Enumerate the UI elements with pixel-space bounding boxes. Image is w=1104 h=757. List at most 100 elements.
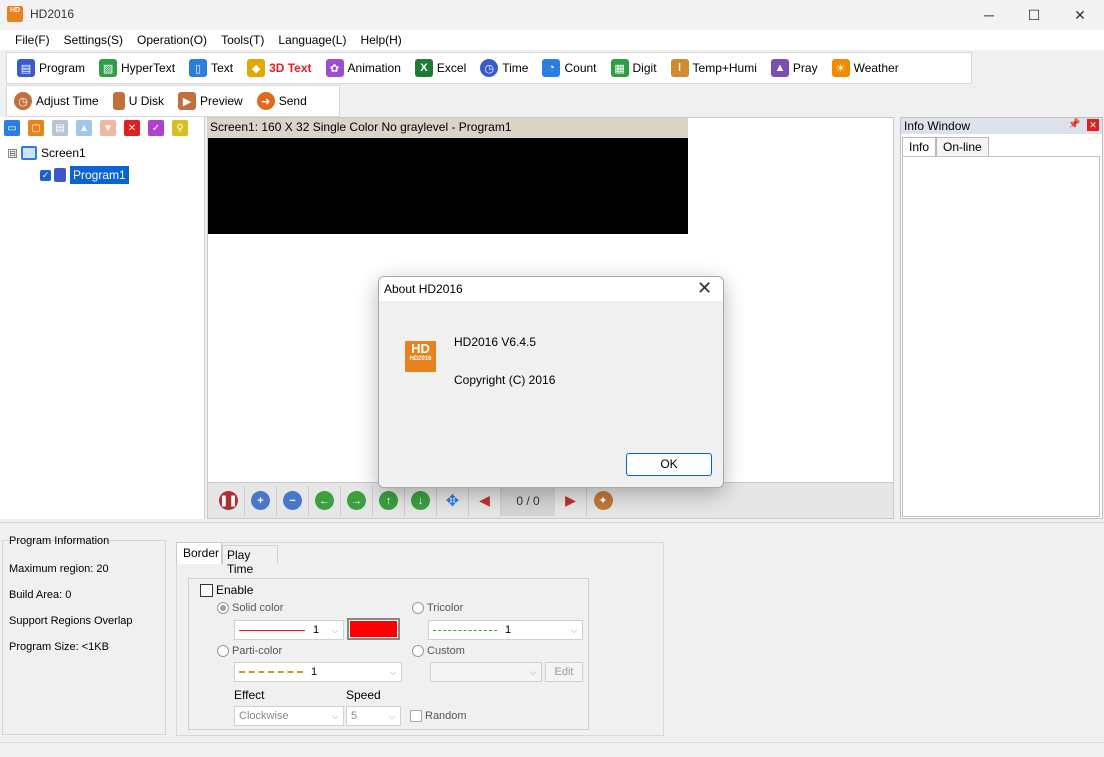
secondary-toolbar: ◷ Adjust Time U Disk ▶ Preview ➜ Send <box>6 85 340 117</box>
tricolor-width-select[interactable]: 1 ⌵ <box>428 620 583 640</box>
preview-button[interactable]: ▶ Preview <box>174 88 247 114</box>
menu-language[interactable]: Language(L) <box>271 33 353 47</box>
info-close-icon[interactable]: ✕ <box>1087 119 1099 131</box>
tree-program-label: Program1 <box>70 166 129 184</box>
solid-color-radio[interactable] <box>217 602 229 614</box>
speed-select[interactable]: 5 ⌵ <box>346 706 401 726</box>
tricolor-label: Tricolor <box>427 602 464 614</box>
send-button[interactable]: ➜ Send <box>253 88 311 114</box>
chevron-down-icon: ⌵ <box>529 666 537 677</box>
maximize-button[interactable]: ☐ <box>1011 0 1057 30</box>
custom-select[interactable]: ⌵ <box>430 662 542 682</box>
about-close-icon[interactable]: ✕ <box>697 278 712 299</box>
prev-page-button[interactable]: ◀ <box>469 485 501 516</box>
pray-button[interactable]: ▲ Pray <box>767 55 822 81</box>
text-button[interactable]: ▯ Text <box>185 55 237 81</box>
program-button[interactable]: ▤ Program <box>13 55 89 81</box>
hypertext-button[interactable]: ▨ HyperText <box>95 55 179 81</box>
menu-file[interactable]: File(F) <box>8 33 57 47</box>
enable-checkbox[interactable]: Enable <box>200 583 253 597</box>
menu-help[interactable]: Help(H) <box>353 33 408 47</box>
random-checkbox[interactable] <box>410 710 422 722</box>
enable-label: Enable <box>216 583 254 597</box>
move-up-icon[interactable]: ▲ <box>76 120 92 136</box>
collapse-icon[interactable]: ⊟ <box>8 148 17 158</box>
chevron-down-icon: ⌵ <box>570 624 578 635</box>
u-disk-button[interactable]: U Disk <box>109 88 168 114</box>
ok-button[interactable]: OK <box>626 453 712 476</box>
program-checkbox[interactable]: ✓ <box>40 169 51 181</box>
menu-tools[interactable]: Tools(T) <box>214 33 271 47</box>
edit-button[interactable]: Edit <box>545 662 583 682</box>
pause-icon: ❚❚ <box>219 491 238 510</box>
led-screen-canvas[interactable] <box>208 138 688 234</box>
select-all-icon[interactable]: ✓ <box>148 120 164 136</box>
parti-color-option[interactable]: Parti-color <box>217 645 282 657</box>
add-screen-icon[interactable]: ▭ <box>4 120 20 136</box>
tree-screen-label: Screen1 <box>41 146 86 160</box>
tree-item-screen1[interactable]: ⊟ Screen1 <box>8 144 86 162</box>
move-down-button[interactable]: ↓ <box>405 485 437 516</box>
custom-radio[interactable] <box>412 645 424 657</box>
menu-operation[interactable]: Operation(O) <box>130 33 214 47</box>
effect-label: Effect <box>234 688 265 702</box>
parti-line-sample <box>239 671 303 673</box>
pin-icon[interactable]: 📌 <box>1068 119 1080 130</box>
window-title: HD2016 <box>30 7 75 21</box>
enable-checkbox-box[interactable] <box>200 583 213 597</box>
tricolor-radio[interactable] <box>412 602 424 614</box>
preview-button-label: Preview <box>200 94 243 108</box>
move-right-button[interactable]: → <box>341 485 373 516</box>
temp-humi-button[interactable]: ǀ Temp+Humi <box>667 55 761 81</box>
zoom-in-button[interactable]: + <box>245 485 277 516</box>
move-down-icon[interactable]: ▼ <box>100 120 116 136</box>
next-page-button[interactable]: ▶ <box>555 485 587 516</box>
arrow-down-icon: ↓ <box>411 491 430 510</box>
tree-item-program1[interactable]: ✓ Program1 <box>40 165 129 185</box>
excel-button[interactable]: X Excel <box>411 55 470 81</box>
copy-icon[interactable]: ▤ <box>52 120 68 136</box>
text-button-label: Text <box>211 61 234 75</box>
weather-button[interactable]: ☀ Weather <box>828 55 903 81</box>
random-option[interactable]: Random <box>410 710 467 722</box>
digit-button-label: Digit <box>632 61 657 75</box>
move-up-button[interactable]: ↑ <box>373 485 405 516</box>
zoom-out-button[interactable]: − <box>277 485 309 516</box>
effect-select[interactable]: Clockwise ⌵ <box>234 706 344 726</box>
settings-button[interactable]: ✦ <box>587 486 619 516</box>
move-left-button[interactable]: ← <box>309 485 341 516</box>
about-copyright: Copyright (C) 2016 <box>454 373 556 387</box>
excel-button-label: Excel <box>436 61 467 75</box>
close-button[interactable]: ✕ <box>1057 0 1103 30</box>
main-toolbar: ▤ Program ▨ HyperText ▯ Text ◆ 3D Text ✿ Anim… <box>6 52 972 84</box>
digit-button[interactable]: ▦ Digit <box>607 55 661 81</box>
title-bar: HD HD2016 ─ ☐ ✕ <box>0 0 1104 30</box>
adjust-time-button[interactable]: ◷ Adjust Time <box>10 88 103 114</box>
custom-option[interactable]: Custom <box>412 645 465 657</box>
3d-text-button[interactable]: ◆ 3D Text <box>243 55 315 81</box>
random-label: Random <box>425 710 467 722</box>
parti-width-select[interactable]: 1 ⌵ <box>234 662 402 682</box>
solid-color-option[interactable]: Solid color <box>217 602 283 614</box>
find-icon[interactable]: ⚲ <box>172 120 188 136</box>
solid-width-select[interactable]: 1 ⌵ <box>234 620 344 640</box>
pause-button[interactable]: ❚❚ <box>213 485 245 516</box>
animation-button[interactable]: ✿ Animation <box>322 55 405 81</box>
time-button[interactable]: ◷ Time <box>476 55 532 81</box>
max-region: Maximum region: 20 <box>9 563 109 575</box>
minimize-button[interactable]: ─ <box>966 0 1012 30</box>
menu-settings[interactable]: Settings(S) <box>57 33 130 47</box>
fit-button[interactable]: ✥ <box>437 485 469 516</box>
parti-color-radio[interactable] <box>217 645 229 657</box>
tricolor-option[interactable]: Tricolor <box>412 602 463 614</box>
delete-icon[interactable]: ✕ <box>124 120 140 136</box>
tab-info[interactable]: Info <box>902 137 937 156</box>
count-button[interactable]: ◔ Count <box>538 55 600 81</box>
add-program-icon[interactable]: ▢ <box>28 120 44 136</box>
tab-online[interactable]: On-line <box>936 137 989 156</box>
pray-icon: ▲ <box>770 59 789 77</box>
tab-play-time[interactable]: Play Time <box>222 545 278 576</box>
tab-border[interactable]: Border <box>176 542 222 564</box>
color-swatch[interactable] <box>347 618 400 640</box>
weather-button-label: Weather <box>853 61 899 75</box>
